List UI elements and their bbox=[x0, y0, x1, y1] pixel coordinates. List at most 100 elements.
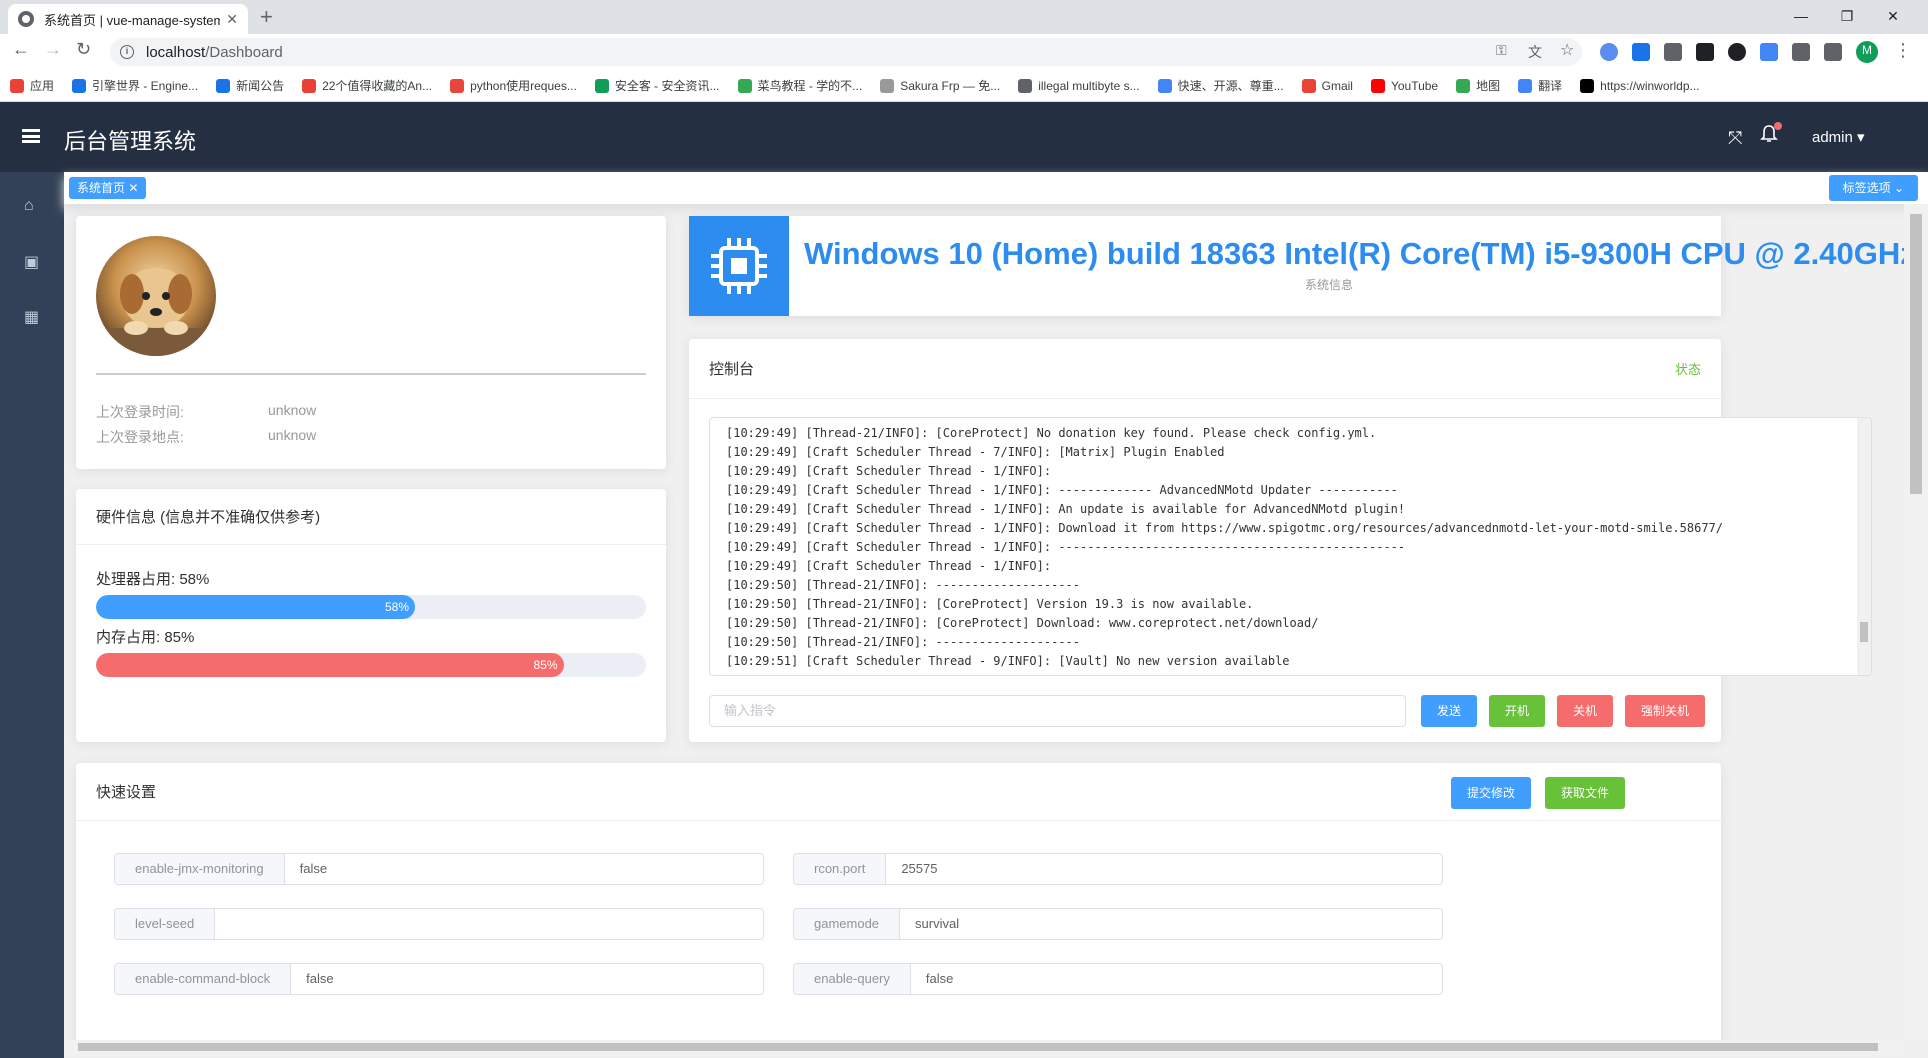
minimize-icon[interactable]: — bbox=[1778, 2, 1824, 30]
console-card-header: 控制台 状态 bbox=[689, 339, 1721, 399]
extension-icon[interactable] bbox=[1600, 43, 1618, 61]
bell-icon[interactable] bbox=[1760, 122, 1782, 144]
setting-field[interactable]: rcon.port 25575 bbox=[793, 853, 1443, 885]
back-icon[interactable]: ← bbox=[12, 39, 30, 60]
bookmark-label: python使用reques... bbox=[470, 79, 577, 93]
bookmark-label: Gmail bbox=[1321, 78, 1353, 93]
info-icon[interactable]: i bbox=[120, 45, 134, 59]
horizontal-scrollbar[interactable] bbox=[64, 1040, 1904, 1054]
bookmark-label: https://winworldp... bbox=[1600, 78, 1700, 93]
grid-icon[interactable]: ▦ bbox=[24, 307, 40, 326]
forward-icon[interactable]: → bbox=[44, 39, 62, 60]
tags-bar: 系统首页 ✕ 标签选项 ⌄ bbox=[64, 172, 1928, 204]
cpu-progress-fill: 58% bbox=[96, 595, 415, 619]
components-icon[interactable]: ▣ bbox=[24, 252, 40, 271]
close-tag-icon[interactable]: ✕ bbox=[128, 181, 138, 195]
extension-icon[interactable] bbox=[1728, 43, 1746, 61]
profile-avatar[interactable]: M bbox=[1856, 41, 1878, 63]
horizontal-scroll-thumb[interactable] bbox=[78, 1043, 1878, 1051]
console-line: [10:29:49] [Craft Scheduler Thread - 1/I… bbox=[726, 521, 1723, 535]
page-scrollbar[interactable] bbox=[1904, 204, 1928, 1040]
bookmark-item[interactable]: 快速、开源、尊重... bbox=[1157, 77, 1284, 94]
setting-field[interactable]: enable-query false bbox=[793, 963, 1443, 995]
setting-value-input[interactable]: false bbox=[291, 964, 763, 994]
close-tab-icon[interactable]: ✕ bbox=[226, 11, 238, 28]
address-bar[interactable]: i localhost/Dashboard bbox=[110, 38, 1582, 66]
quick-settings-title: 快速设置 bbox=[96, 784, 157, 801]
tag-options-button[interactable]: 标签选项 ⌄ bbox=[1828, 175, 1918, 201]
tag-label: 系统首页 bbox=[77, 181, 126, 195]
reading-list-icon[interactable] bbox=[1824, 43, 1842, 61]
bookmark-item[interactable]: Sakura Frp — 免... bbox=[880, 77, 1000, 94]
setting-value-input[interactable]: survival bbox=[900, 909, 1442, 939]
bookmark-favicon-icon bbox=[216, 78, 231, 93]
console-output[interactable]: [10:29:49] [Thread-21/INFO]: [CoreProtec… bbox=[709, 417, 1872, 676]
bookmark-label: 快速、开源、尊重... bbox=[1177, 79, 1284, 93]
bookmark-item[interactable]: 菜鸟教程 - 学的不... bbox=[737, 77, 862, 94]
menu-icon[interactable]: ⋮ bbox=[1894, 40, 1912, 61]
setting-field[interactable]: gamemode survival bbox=[793, 908, 1443, 940]
console-line: [10:29:49] [Craft Scheduler Thread - 1/I… bbox=[726, 540, 1406, 554]
new-tab-icon[interactable]: + bbox=[260, 4, 273, 30]
bookmark-item[interactable]: 22个值得收藏的An... bbox=[302, 77, 432, 94]
setting-value-input[interactable] bbox=[215, 909, 763, 939]
reload-icon[interactable]: ↻ bbox=[76, 39, 91, 60]
setting-value-input[interactable]: 25575 bbox=[886, 854, 1442, 884]
user-menu[interactable]: admin ▾ bbox=[1812, 128, 1865, 146]
close-window-icon[interactable]: ✕ bbox=[1870, 2, 1916, 30]
status-link[interactable]: 状态 bbox=[1675, 359, 1701, 378]
command-input[interactable]: 输入指令 bbox=[709, 695, 1406, 727]
bookmark-item[interactable]: python使用reques... bbox=[450, 77, 577, 94]
setting-field[interactable]: level-seed bbox=[114, 908, 764, 940]
get-file-button[interactable]: 获取文件 bbox=[1545, 777, 1625, 809]
console-line: [10:29:50] [Thread-21/INFO]: [CoreProtec… bbox=[726, 616, 1319, 630]
console-line: [10:29:49] [Craft Scheduler Thread - 1/I… bbox=[726, 559, 1052, 573]
extension-icon[interactable] bbox=[1696, 43, 1714, 61]
cpu-usage-label: 处理器占用: 58% bbox=[96, 571, 210, 588]
setting-field[interactable]: enable-jmx-monitoring false bbox=[114, 853, 764, 885]
page-scroll-thumb[interactable] bbox=[1910, 214, 1922, 494]
start-button[interactable]: 开机 bbox=[1489, 695, 1545, 727]
restore-icon[interactable]: ❐ bbox=[1824, 2, 1870, 30]
bookmark-item[interactable]: illegal multibyte s... bbox=[1018, 78, 1140, 93]
home-icon[interactable]: ⌂ bbox=[24, 197, 40, 214]
send-button[interactable]: 发送 bbox=[1421, 695, 1477, 727]
star-icon[interactable]: ☆ bbox=[1560, 40, 1574, 60]
bookmark-item[interactable]: 应用 bbox=[10, 77, 54, 94]
bookmark-item[interactable]: 地图 bbox=[1456, 77, 1500, 94]
bookmark-item[interactable]: YouTube bbox=[1370, 78, 1438, 93]
stop-button[interactable]: 关机 bbox=[1557, 695, 1613, 727]
console-line: [10:29:49] [Craft Scheduler Thread - 7/I… bbox=[726, 445, 1225, 459]
username: admin bbox=[1812, 129, 1853, 146]
hardware-card: 硬件信息 (信息并不准确仅供参考) 处理器占用: 58% 58% 内存占用: 8… bbox=[76, 489, 666, 742]
setting-value-input[interactable]: false bbox=[285, 854, 763, 884]
tag-dashboard[interactable]: 系统首页 ✕ bbox=[69, 177, 147, 199]
translate-icon[interactable]: 文 bbox=[1528, 42, 1542, 62]
puzzle-icon[interactable] bbox=[1792, 43, 1810, 61]
collapse-menu-icon[interactable] bbox=[22, 129, 40, 143]
bookmark-item[interactable]: 安全客 - 安全资讯... bbox=[594, 77, 720, 94]
setting-value-input[interactable]: false bbox=[911, 964, 1442, 994]
console-scrollbar[interactable] bbox=[1857, 418, 1871, 675]
setting-label: enable-query bbox=[794, 964, 911, 994]
console-line: [10:29:50] [Thread-21/INFO]: -----------… bbox=[726, 578, 1081, 592]
last-login-time: unknow bbox=[268, 402, 317, 418]
fullscreen-icon[interactable]: ⤧ bbox=[1728, 128, 1742, 149]
setting-label: rcon.port bbox=[794, 854, 887, 884]
key-icon[interactable]: ⚿ bbox=[1496, 42, 1507, 59]
submit-changes-button[interactable]: 提交修改 bbox=[1451, 777, 1531, 809]
bookmark-item[interactable]: 新闻公告 bbox=[216, 77, 284, 94]
bookmark-item[interactable]: https://winworldp... bbox=[1580, 78, 1700, 93]
bookmark-item[interactable]: Gmail bbox=[1301, 78, 1353, 93]
bookmark-item[interactable]: 引擎世界 - Engine... bbox=[72, 77, 198, 94]
force-stop-button[interactable]: 强制关机 bbox=[1625, 695, 1705, 727]
extension-icon[interactable] bbox=[1632, 43, 1650, 61]
bookmark-label: 22个值得收藏的An... bbox=[322, 79, 433, 93]
extension-icon[interactable] bbox=[1760, 43, 1778, 61]
bookmark-favicon-icon bbox=[302, 78, 317, 93]
extension-icon[interactable] bbox=[1664, 43, 1682, 61]
console-scroll-thumb[interactable] bbox=[1860, 622, 1868, 642]
browser-tab[interactable]: 系统首页 | vue-manage-system ✕ bbox=[8, 4, 248, 34]
setting-field[interactable]: enable-command-block false bbox=[114, 963, 764, 995]
bookmark-item[interactable]: 翻译 bbox=[1518, 77, 1562, 94]
